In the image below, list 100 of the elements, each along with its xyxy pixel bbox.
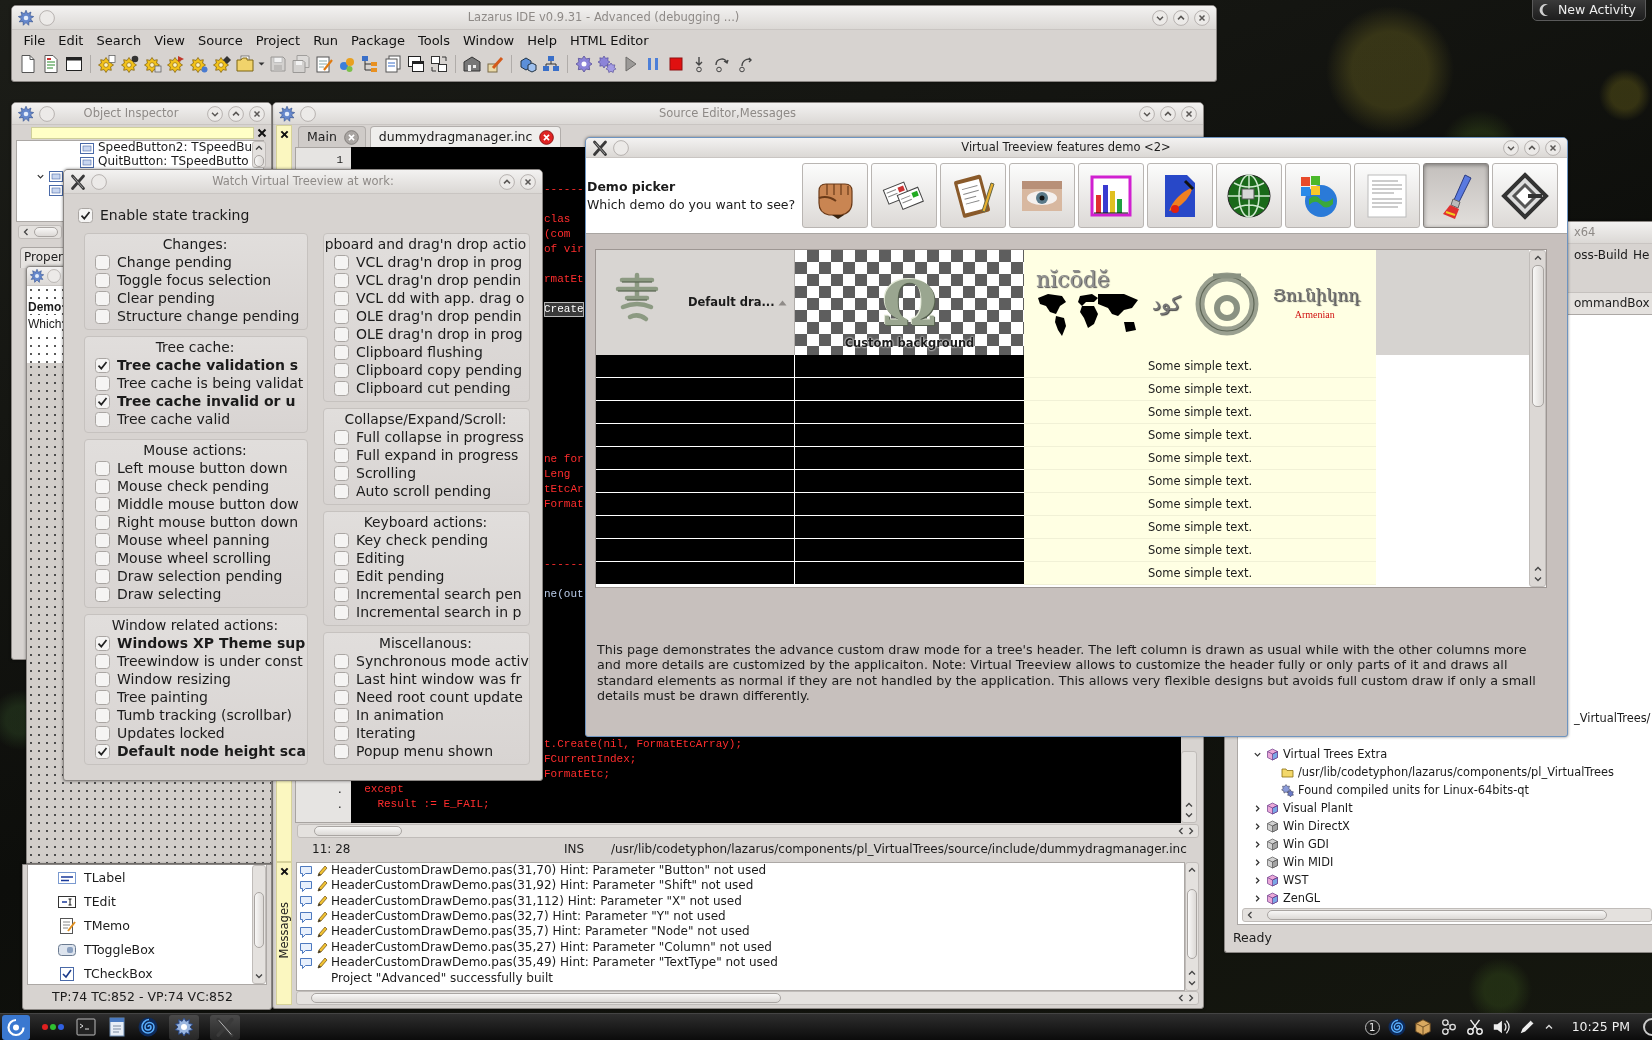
chevron-down-icon[interactable] (254, 971, 264, 981)
checkbox[interactable] (334, 465, 349, 481)
tree-cell[interactable]: Some simple text. (1024, 493, 1376, 516)
checkbox[interactable] (95, 375, 110, 391)
demo-button[interactable] (1078, 163, 1144, 228)
checkbox-label[interactable]: Popup menu shown (356, 742, 494, 760)
checkbox[interactable] (334, 671, 349, 687)
menu-item[interactable]: File (17, 31, 52, 50)
menu-item[interactable]: Help (520, 31, 564, 50)
cross-icon[interactable] (215, 1017, 235, 1037)
box-icon[interactable] (1413, 1018, 1432, 1036)
checkbox-label[interactable]: Editing (356, 549, 405, 567)
checkbox[interactable] (95, 460, 110, 476)
dots-icon[interactable] (41, 1021, 65, 1033)
expander-icon[interactable] (1253, 839, 1262, 849)
menu-item[interactable]: Project (249, 31, 307, 50)
document-icon[interactable] (41, 54, 61, 74)
checkbox-label[interactable]: In animation (356, 706, 444, 724)
list-item[interactable]: TCheckBox (84, 965, 153, 983)
checkbox-label[interactable]: Draw selecting (117, 585, 222, 603)
house-icon[interactable] (462, 54, 482, 74)
tree-cell[interactable]: Some simple text. (1024, 447, 1376, 470)
checkbox-label[interactable]: OLE drag'n drop pendin (356, 307, 522, 325)
checkbox-label[interactable]: Default node height sca (117, 742, 306, 760)
checkbox-label[interactable]: Last hint window was fr (356, 670, 522, 688)
tree-item[interactable]: Visual PlanIt (1283, 800, 1353, 816)
filter-field[interactable] (31, 127, 254, 139)
chevron-right-icon[interactable] (1186, 826, 1196, 836)
menu-item[interactable]: Window (456, 31, 521, 50)
message-text[interactable]: HeaderCustomDrawDemo.pas(32,7) Hint: Parameter "Y" not used (331, 909, 726, 925)
checkbox[interactable] (334, 604, 349, 620)
checkbox[interactable] (334, 568, 349, 584)
checkbox-label[interactable]: Change pending (117, 253, 232, 271)
launcher-icon[interactable] (2, 1014, 30, 1040)
list-item[interactable]: TToggleBox (84, 941, 155, 959)
tree-cell[interactable]: Some simple text. (1024, 424, 1376, 447)
checkbox-label[interactable]: Mouse wheel panning (117, 531, 270, 549)
checkbox-label[interactable]: Clipboard cut pending (356, 379, 511, 397)
checkbox[interactable] (334, 380, 349, 396)
expander-icon[interactable] (1253, 857, 1262, 867)
expander-icon[interactable] (1253, 875, 1262, 885)
close-icon[interactable] (249, 105, 265, 122)
message-text[interactable]: HeaderCustomDrawDemo.pas(31,92) Hint: Parameter "Shift" not used (331, 878, 754, 894)
menu-item[interactable]: View (147, 31, 192, 50)
scrollbar-thumb[interactable] (254, 155, 265, 167)
checkbox[interactable] (95, 568, 110, 584)
maximize-icon[interactable] (1173, 9, 1189, 26)
list-item[interactable]: TLabel (84, 869, 126, 887)
checkbox[interactable] (334, 290, 349, 306)
scrollbar-thumb[interactable] (311, 993, 781, 1003)
list-item[interactable]: TEdit (84, 893, 116, 911)
checkbox[interactable] (95, 635, 110, 651)
checkbox[interactable] (95, 532, 110, 548)
checkbox-label[interactable]: Clear pending (117, 289, 215, 307)
checkbox[interactable] (95, 308, 110, 324)
checkbox-label[interactable]: Tumb tracking (scrollbar) (117, 706, 292, 724)
checkbox[interactable] (95, 671, 110, 687)
maximize-icon[interactable] (1524, 139, 1540, 156)
checkbox[interactable] (334, 447, 349, 463)
tree-cell[interactable]: Some simple text. (1024, 539, 1376, 562)
checkbox[interactable] (334, 326, 349, 342)
checkbox[interactable] (95, 496, 110, 512)
gear-icon[interactable] (212, 54, 232, 74)
horizontal-scrollbar[interactable] (296, 991, 1199, 1005)
tree-item[interactable]: Win GDI (1283, 836, 1329, 852)
checkbox[interactable] (334, 344, 349, 360)
tab[interactable]: dummydragmanager.inc (369, 126, 562, 147)
checkbox[interactable] (95, 393, 110, 409)
tab[interactable]: Main (298, 126, 366, 147)
checkbox-label[interactable]: Auto scroll pending (356, 482, 492, 500)
checkbox-label[interactable]: Mouse wheel scrolling (117, 549, 272, 567)
expander-icon[interactable] (1253, 893, 1262, 903)
menu-item[interactable]: Edit (51, 31, 90, 50)
checkbox[interactable] (334, 483, 349, 499)
tree-item[interactable]: Win MIDI (1283, 854, 1334, 870)
tree-cell[interactable]: Some simple text. (1024, 401, 1376, 424)
crescent-icon[interactable] (1642, 1017, 1652, 1037)
checkbox[interactable] (334, 586, 349, 602)
checkbox[interactable] (95, 254, 110, 270)
checkbox[interactable] (334, 532, 349, 548)
checkbox[interactable] (334, 653, 349, 669)
chevron-down-icon[interactable] (1532, 574, 1543, 584)
demo-button[interactable] (1147, 163, 1213, 228)
checkbox[interactable] (334, 550, 349, 566)
menu-item[interactable]: Run (306, 31, 345, 50)
checkbox[interactable] (334, 308, 349, 324)
tree-item[interactable]: Found compiled units for Linux-64bits-qt (1298, 782, 1529, 798)
message-text[interactable]: HeaderCustomDrawDemo.pas(35,7) Hint: Parameter "Node" not used (331, 924, 750, 941)
checkbox-label[interactable]: OLE drag'n drop in prog (356, 325, 523, 343)
tree-item[interactable]: _VirtualTrees/ (1574, 711, 1651, 725)
swap-icon[interactable] (429, 54, 449, 74)
checkbox-label[interactable]: Scrolling (356, 464, 417, 482)
message-text[interactable]: HeaderCustomDrawDemo.pas(35,49) Hint: Parameter "TextType" not used (331, 955, 778, 971)
scrollbar-thumb[interactable] (1267, 910, 1607, 920)
checkbox[interactable] (95, 689, 110, 705)
chevron-up-icon[interactable] (1532, 564, 1543, 574)
checkbox-label[interactable]: Incremental search in p (356, 603, 522, 621)
vertical-scrollbar[interactable] (1185, 862, 1199, 991)
checkbox[interactable] (334, 254, 349, 270)
floppy-disks-icon[interactable] (291, 54, 311, 74)
